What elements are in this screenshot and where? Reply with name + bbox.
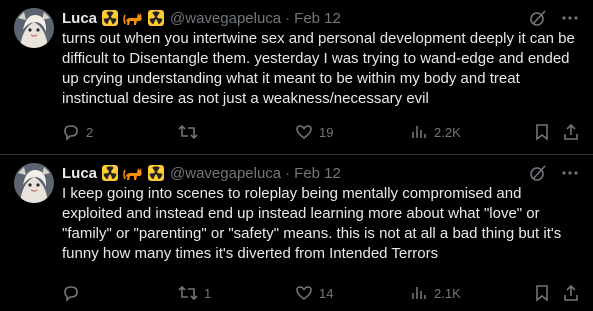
retweet-count: 1 bbox=[204, 285, 212, 301]
grok-icon[interactable] bbox=[527, 163, 549, 183]
bookmark-icon bbox=[536, 285, 548, 302]
views-button[interactable]: 2.2K bbox=[410, 123, 461, 141]
views-button[interactable]: 2.1K bbox=[410, 284, 461, 302]
like-count: 19 bbox=[319, 124, 334, 140]
cat-icon bbox=[123, 164, 143, 182]
like-button[interactable]: 19 bbox=[295, 123, 333, 141]
reply-icon bbox=[64, 125, 78, 141]
retweet-icon bbox=[178, 285, 198, 301]
bookmark-icon bbox=[536, 124, 548, 141]
avatar[interactable] bbox=[14, 163, 54, 203]
tweet-header: Luca @wavegapeluca · Feb 12 bbox=[62, 163, 581, 183]
share-icon bbox=[564, 123, 578, 140]
like-count: 14 bbox=[319, 285, 334, 301]
timestamp[interactable]: Feb 12 bbox=[294, 10, 341, 27]
reply-button[interactable]: 2 bbox=[62, 123, 93, 141]
share-button[interactable] bbox=[562, 123, 580, 141]
radioactive-icon bbox=[101, 164, 119, 182]
retweet-button[interactable] bbox=[178, 123, 204, 141]
author-handle[interactable]: @wavegapeluca bbox=[170, 10, 281, 27]
views-count: 2.1K bbox=[434, 285, 461, 301]
cat-icon bbox=[123, 9, 143, 27]
bookmark-button[interactable] bbox=[534, 284, 550, 302]
tweet[interactable]: Luca @wavegapeluca · Feb 12 turns out wh… bbox=[0, 0, 593, 155]
grok-icon[interactable] bbox=[527, 8, 549, 28]
views-icon bbox=[412, 287, 426, 299]
timestamp[interactable]: Feb 12 bbox=[294, 165, 341, 182]
views-icon bbox=[412, 126, 426, 138]
author-handle[interactable]: @wavegapeluca bbox=[170, 165, 281, 182]
share-icon bbox=[564, 284, 578, 301]
views-count: 2.2K bbox=[434, 124, 461, 140]
reply-icon bbox=[64, 286, 78, 302]
share-button[interactable] bbox=[562, 284, 580, 302]
tweet-actions: 2 19 2.2K bbox=[62, 122, 581, 142]
like-icon bbox=[296, 125, 312, 139]
avatar[interactable] bbox=[14, 8, 54, 48]
tweet[interactable]: Luca @wavegapeluca · Feb 12 I keep going… bbox=[0, 155, 593, 311]
like-button[interactable]: 14 bbox=[295, 284, 333, 302]
like-icon bbox=[296, 286, 312, 300]
radioactive-icon bbox=[147, 9, 165, 27]
radioactive-icon bbox=[101, 9, 119, 27]
tweet-text: turns out when you intertwine sex and pe… bbox=[62, 30, 575, 107]
separator: · bbox=[285, 9, 291, 27]
tweet-header: Luca @wavegapeluca · Feb 12 bbox=[62, 8, 581, 28]
radioactive-icon bbox=[147, 164, 165, 182]
more-icon[interactable] bbox=[559, 163, 581, 183]
author-name[interactable]: Luca bbox=[62, 10, 97, 27]
tweet-actions: 1 14 2.1K bbox=[62, 283, 581, 303]
more-icon[interactable] bbox=[559, 8, 581, 28]
reply-button[interactable] bbox=[62, 284, 86, 302]
retweet-icon bbox=[178, 124, 198, 140]
retweet-button[interactable]: 1 bbox=[178, 284, 211, 302]
separator: · bbox=[285, 164, 291, 182]
reply-count: 2 bbox=[86, 124, 94, 140]
bookmark-button[interactable] bbox=[534, 123, 550, 141]
tweet-text: I keep going into scenes to roleplay bei… bbox=[62, 185, 562, 262]
author-name[interactable]: Luca bbox=[62, 165, 97, 182]
